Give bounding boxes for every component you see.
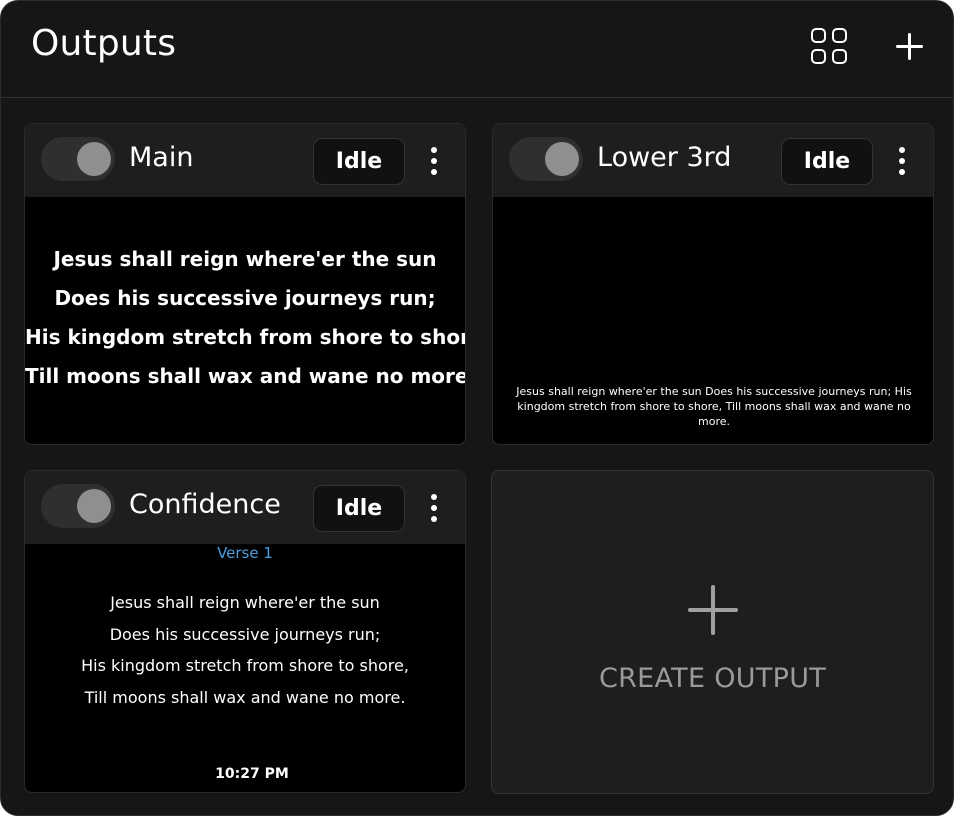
output-preview: Verse 1 Jesus shall reign where'er the s…	[25, 544, 465, 792]
toggle-knob	[77, 489, 111, 523]
output-card-header: Main Idle	[25, 124, 465, 197]
lyric-line: Does his successive journeys run;	[54, 286, 436, 310]
more-options-icon[interactable]	[893, 147, 911, 175]
output-card-confidence: Confidence Idle Verse 1 Jesus shall reig…	[24, 470, 466, 793]
kebab-dot	[431, 147, 437, 153]
more-options-icon[interactable]	[425, 494, 443, 522]
status-button[interactable]: Idle	[313, 485, 405, 532]
output-card-header: Lower 3rd Idle	[493, 124, 933, 197]
clock-display: 10:27 PM	[215, 766, 289, 782]
kebab-dot	[431, 169, 437, 175]
lyric-line: His kingdom stretch from shore to shore,	[81, 656, 409, 675]
section-label: Verse 1	[217, 544, 273, 562]
output-card-lower-3rd: Lower 3rd Idle Jesus shall reign where'e…	[492, 123, 934, 445]
kebab-dot	[899, 169, 905, 175]
lyric-line: Till moons shall wax and wane no more.	[25, 364, 466, 388]
lyric-line: Does his successive journeys run;	[109, 624, 381, 644]
toggle-knob	[545, 142, 579, 176]
kebab-dot	[431, 505, 437, 511]
more-options-icon[interactable]	[425, 147, 443, 175]
output-name: Main	[129, 142, 194, 173]
output-name: Confidence	[129, 489, 281, 520]
lyric-line: Till moons shall wax and wane no more.	[84, 687, 406, 707]
lyrics-text: Jesus shall reign where'er the sun Does …	[25, 587, 465, 713]
kebab-dot	[431, 494, 437, 500]
output-enable-toggle[interactable]	[509, 137, 583, 181]
lyric-line: Jesus shall reign where'er the sun	[53, 247, 437, 271]
lyric-line: His kingdom stretch from shore to shore,	[25, 325, 466, 349]
output-card-header: Confidence Idle	[25, 471, 465, 544]
toggle-knob	[77, 142, 111, 176]
panel-header: Outputs	[1, 1, 953, 98]
output-enable-toggle[interactable]	[41, 484, 115, 528]
outputs-panel: Outputs Main Idle Jesus shall reign wher…	[0, 0, 954, 816]
output-preview: Jesus shall reign where'er the sun Does …	[493, 197, 933, 444]
kebab-dot	[899, 158, 905, 164]
output-preview: Jesus shall reign where'er the sun Does …	[25, 197, 465, 444]
status-button[interactable]: Idle	[313, 138, 405, 185]
create-output-button[interactable]: CREATE OUTPUT	[491, 470, 934, 794]
create-output-label: CREATE OUTPUT	[598, 663, 827, 694]
kebab-dot	[899, 147, 905, 153]
plus-icon	[688, 585, 738, 635]
output-enable-toggle[interactable]	[41, 137, 115, 181]
kebab-dot	[431, 158, 437, 164]
add-output-icon[interactable]	[896, 33, 923, 60]
output-card-main: Main Idle Jesus shall reign where'er the…	[24, 123, 466, 445]
kebab-dot	[431, 516, 437, 522]
lower-third-lyrics: Jesus shall reign where'er the sun Does …	[516, 385, 912, 428]
grid-view-icon[interactable]	[811, 28, 847, 64]
status-button[interactable]: Idle	[781, 138, 873, 185]
page-title: Outputs	[31, 23, 177, 64]
lyric-line: Jesus shall reign where'er the sun	[110, 593, 380, 612]
output-name: Lower 3rd	[597, 142, 732, 173]
lyrics-text: Jesus shall reign where'er the sun Does …	[25, 240, 465, 396]
